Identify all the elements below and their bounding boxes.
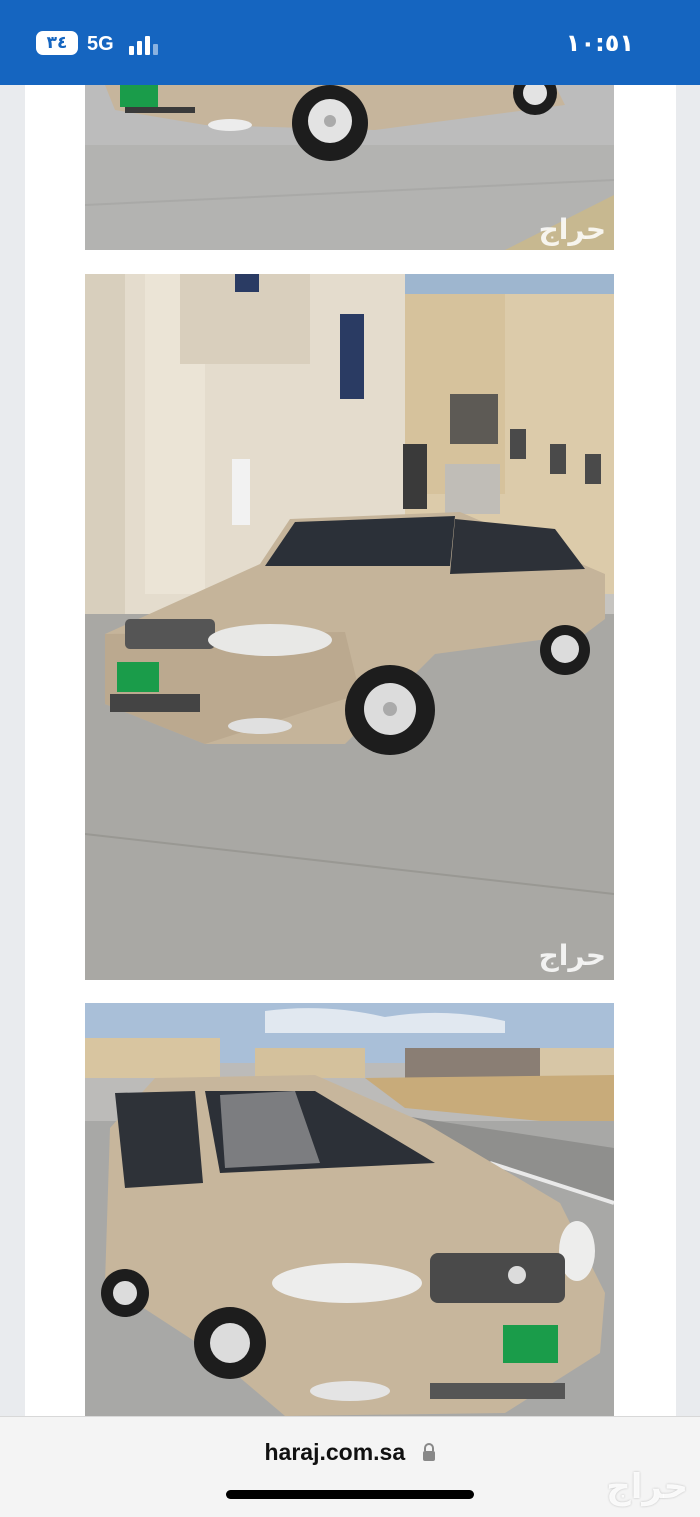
car-photo-2[interactable]: حراج — [85, 274, 614, 980]
car-photo-1[interactable]: حراج — [85, 85, 614, 250]
status-bar: ٣٤ 5G ١٠:٥١ — [0, 0, 700, 85]
browser-bottom-bar: haraj.com.sa حراج — [0, 1416, 700, 1517]
bottom-watermark: حراج — [606, 1467, 688, 1507]
address-bar[interactable]: haraj.com.sa — [0, 1439, 700, 1467]
battery-icon: ٣٤ — [36, 31, 78, 55]
listing-photo-list[interactable]: حراج حراج — [25, 85, 676, 1416]
signal-icon — [129, 33, 159, 55]
home-indicator[interactable] — [226, 1490, 474, 1499]
status-time: ١٠:٥١ — [565, 29, 634, 57]
url-text: haraj.com.sa — [264, 1439, 406, 1465]
car-photo-3[interactable] — [85, 1003, 614, 1416]
lock-icon — [422, 1440, 436, 1467]
photo-watermark: حراج — [538, 213, 606, 246]
photo-watermark: حراج — [538, 939, 606, 972]
network-label: 5G — [87, 33, 114, 55]
